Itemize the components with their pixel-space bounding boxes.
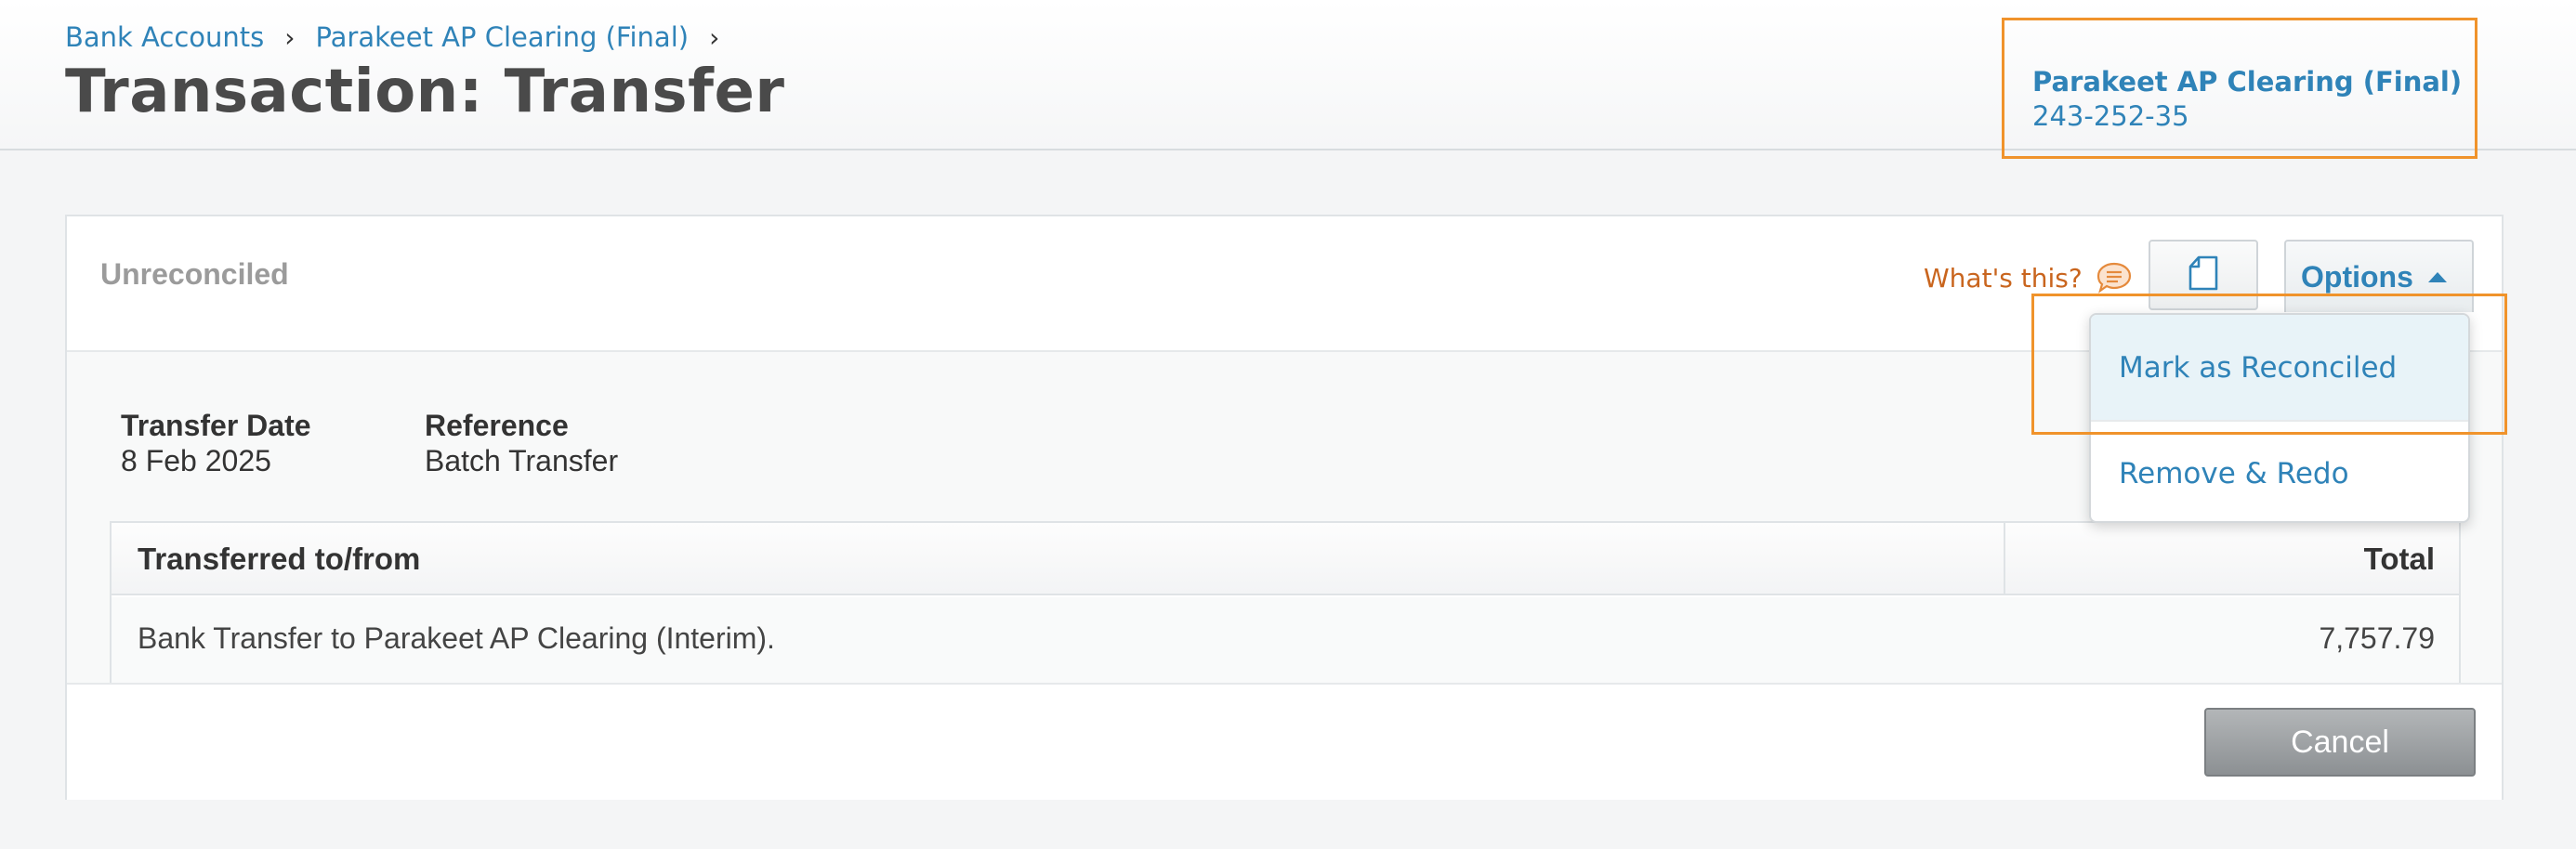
caret-up-icon [2427, 271, 2447, 282]
table-row: Bank Transfer to Parakeet AP Clearing (I… [112, 597, 2459, 683]
reference-value: Batch Transfer [425, 444, 619, 477]
account-number: 243-252-35 [2032, 100, 2189, 132]
account-name[interactable]: Parakeet AP Clearing (Final) [2032, 65, 2475, 98]
cancel-button[interactable]: Cancel [2204, 708, 2476, 777]
menu-item-mark-as-reconciled[interactable]: Mark as Reconciled [2091, 315, 2468, 420]
options-dropdown-menu: Mark as Reconciled Remove & Redo [2089, 313, 2470, 523]
account-summary: Parakeet AP Clearing (Final) 243-252-35 [2002, 18, 2477, 159]
breadcrumb: Bank Accounts › Parakeet AP Clearing (Fi… [65, 19, 740, 56]
page-title: Transaction: Transfer [65, 58, 785, 126]
speech-bubble-icon[interactable] [2096, 261, 2133, 294]
row-total: 7,757.79 [2319, 621, 2435, 655]
reference-field: Reference Batch Transfer [425, 408, 618, 478]
breadcrumb-account[interactable]: Parakeet AP Clearing (Final) [315, 21, 689, 53]
options-button[interactable]: Options [2284, 240, 2474, 312]
transfer-date-field: Transfer Date 8 Feb 2025 [121, 408, 311, 478]
transfer-table: Transferred to/from Total Bank Transfer … [110, 521, 2461, 683]
column-divider [2004, 523, 2005, 595]
row-description: Bank Transfer to Parakeet AP Clearing (I… [138, 621, 775, 655]
whats-this-label: What's this? [1924, 262, 2083, 294]
breadcrumb-separator: › [284, 21, 296, 53]
breadcrumb-bank-accounts[interactable]: Bank Accounts [65, 21, 264, 53]
status-label: Unreconciled [100, 257, 289, 291]
reference-label: Reference [425, 409, 569, 442]
document-icon [2188, 255, 2218, 295]
table-header: Transferred to/from Total [112, 523, 2459, 595]
transfer-date-label: Transfer Date [121, 409, 311, 442]
page-header: Bank Accounts › Parakeet AP Clearing (Fi… [0, 0, 2576, 159]
panel-footer: Cancel [67, 683, 2502, 800]
column-header-transferred: Transferred to/from [138, 542, 421, 576]
breadcrumb-separator: › [709, 21, 720, 53]
menu-item-remove-and-redo[interactable]: Remove & Redo [2091, 420, 2468, 521]
transfer-date-value: 8 Feb 2025 [121, 444, 271, 477]
column-header-total: Total [2363, 542, 2435, 576]
copy-button[interactable] [2149, 240, 2258, 310]
options-label: Options [2301, 259, 2413, 294]
whats-this-link[interactable]: What's this? [1924, 261, 2133, 294]
